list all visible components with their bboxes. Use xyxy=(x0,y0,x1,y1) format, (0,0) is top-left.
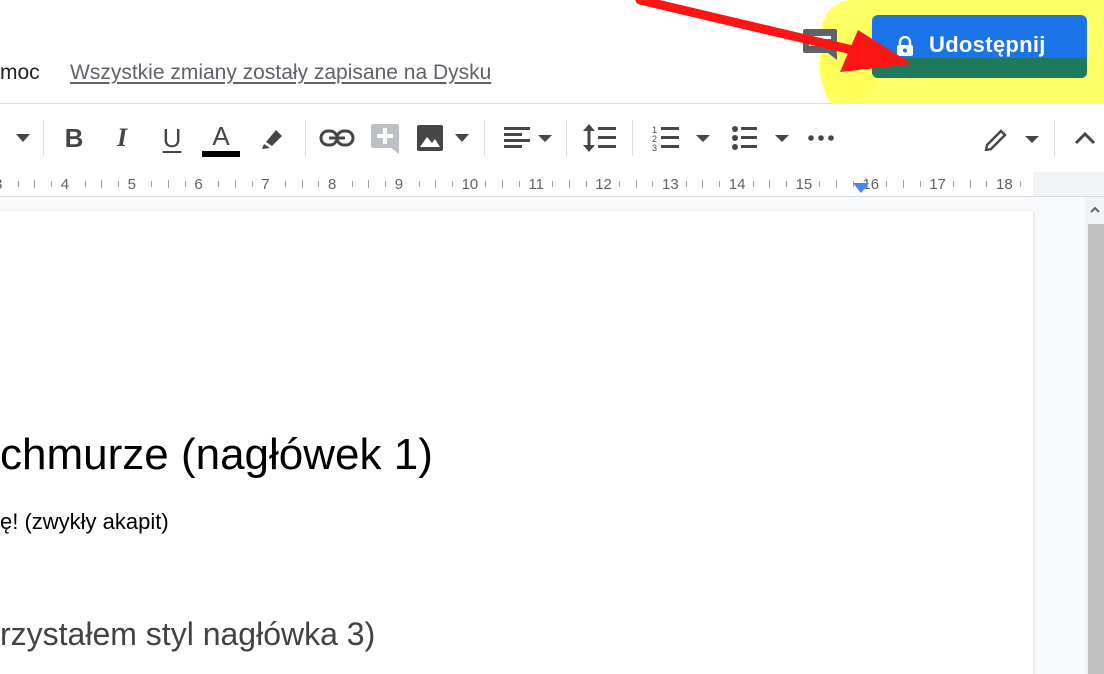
document-heading-3[interactable]: rzystałem styl nagłówka 3) xyxy=(0,616,375,653)
toolbar-separator xyxy=(632,120,633,156)
ruler-tick xyxy=(151,181,153,187)
ruler-label: 17 xyxy=(929,176,946,193)
ruler-tick xyxy=(418,181,420,187)
ruler-label: 3 xyxy=(0,176,2,193)
ruler-tick xyxy=(251,181,253,187)
share-button-band xyxy=(872,58,1087,78)
ruler-label: 8 xyxy=(328,176,337,193)
ruler-tick xyxy=(502,180,503,188)
ruler-tick xyxy=(585,181,587,187)
document-heading-1[interactable]: chmurze (nagłówek 1) xyxy=(0,430,433,480)
text-color-letter: A xyxy=(212,121,230,151)
bulleted-list-icon[interactable] xyxy=(730,120,794,156)
svg-text:3: 3 xyxy=(652,143,657,152)
toolbar-separator xyxy=(484,120,485,156)
menu-help[interactable]: moc xyxy=(0,61,40,85)
bold-button[interactable]: B xyxy=(58,120,90,156)
ruler-tick xyxy=(568,180,570,188)
ruler-tick xyxy=(84,181,86,187)
ruler-tick xyxy=(34,180,36,188)
scroll-up-arrow-icon[interactable] xyxy=(1089,203,1101,215)
ruler-tick xyxy=(652,181,654,187)
more-icon[interactable] xyxy=(806,120,836,156)
align-icon[interactable] xyxy=(501,120,553,156)
text-color-button[interactable]: A xyxy=(200,120,242,160)
ruler-tick xyxy=(702,180,704,188)
toolbar-separator xyxy=(566,120,567,156)
right-indent-marker[interactable] xyxy=(853,183,869,193)
text-color-swatch xyxy=(202,151,240,157)
ruler-tick xyxy=(368,180,370,188)
ruler-label: 4 xyxy=(60,176,70,193)
ruler-label: 6 xyxy=(194,176,203,193)
ruler-tick xyxy=(886,181,888,187)
highlight-pen-icon[interactable] xyxy=(256,120,288,156)
document-paragraph[interactable]: ę! (zwykły akapit) xyxy=(0,509,169,535)
toolbar-separator xyxy=(43,120,44,156)
ruler-tick xyxy=(51,181,53,187)
italic-button[interactable]: I xyxy=(106,120,138,156)
ruler-tick xyxy=(184,181,186,187)
ruler-label: 11 xyxy=(528,176,544,193)
image-icon[interactable] xyxy=(414,120,472,156)
comment-icon[interactable] xyxy=(802,27,838,61)
ruler-label: 15 xyxy=(795,176,813,193)
scrollbar-thumb[interactable] xyxy=(1088,224,1104,674)
ruler-tick xyxy=(769,180,771,188)
ruler-tick xyxy=(451,181,453,187)
ruler-tick xyxy=(719,181,721,187)
ruler-tick xyxy=(952,181,954,187)
ruler-tick xyxy=(685,181,687,187)
share-button[interactable]: Udostępnij xyxy=(872,15,1087,78)
ruler-label: 10 xyxy=(461,176,479,193)
toolbar-separator xyxy=(1054,120,1055,156)
ruler-tick xyxy=(902,180,904,188)
ruler-label: 12 xyxy=(595,176,612,193)
ruler-label: 14 xyxy=(728,176,746,193)
ruler-tick xyxy=(785,181,787,187)
ruler-tick xyxy=(385,181,387,187)
ruler-tick xyxy=(635,180,637,188)
ruler-tick xyxy=(819,181,821,187)
editing-mode-icon[interactable] xyxy=(982,120,1040,156)
ruler-tick xyxy=(117,181,119,187)
ruler-tick xyxy=(301,180,303,188)
ruler-tick xyxy=(168,180,169,188)
lock-icon xyxy=(896,35,914,56)
line-spacing-icon[interactable] xyxy=(582,120,618,156)
ruler-label: 9 xyxy=(394,176,404,193)
ruler-tick xyxy=(1019,181,1021,187)
ruler-tick xyxy=(969,180,971,188)
toolbar-separator xyxy=(305,120,306,156)
ruler-label: 5 xyxy=(127,176,136,193)
ruler-label: 7 xyxy=(261,176,270,193)
collapse-icon[interactable] xyxy=(1070,120,1100,156)
underline-button[interactable]: U xyxy=(155,120,189,156)
ruler-tick xyxy=(752,181,754,187)
ruler-tick xyxy=(485,181,487,187)
share-button-label: Udostępnij xyxy=(929,32,1046,57)
ruler-tick xyxy=(284,181,286,187)
ruler-tick xyxy=(318,181,320,187)
add-comment-icon[interactable] xyxy=(368,120,402,156)
ruler-label: 13 xyxy=(662,176,679,193)
ruler-tick xyxy=(618,181,620,187)
ruler-tick xyxy=(17,181,19,187)
ruler-tick xyxy=(836,180,837,188)
ruler-tick xyxy=(435,180,437,188)
ruler-tick xyxy=(101,180,103,188)
dropdown-icon[interactable] xyxy=(12,120,34,156)
ruler-tick xyxy=(218,181,220,187)
numbered-list-icon[interactable]: 1 2 3 xyxy=(650,120,714,156)
ruler-label: 18 xyxy=(996,176,1013,193)
ruler-tick xyxy=(234,180,236,188)
ruler-tick xyxy=(986,181,988,187)
ruler-tick xyxy=(518,181,520,187)
ruler-tick xyxy=(351,181,353,187)
link-icon[interactable] xyxy=(318,120,356,156)
ruler-tick xyxy=(919,181,921,187)
saved-status-link[interactable]: Wszystkie zmiany zostały zapisane na Dys… xyxy=(70,61,491,85)
ruler-tick xyxy=(552,181,554,187)
